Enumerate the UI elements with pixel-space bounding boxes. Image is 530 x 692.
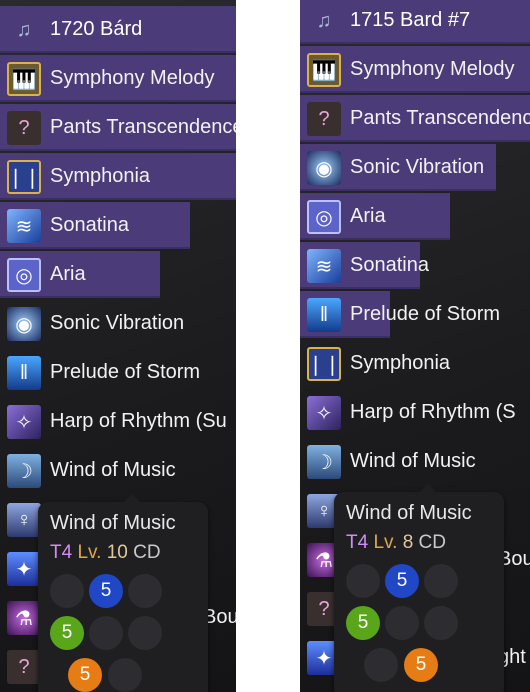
sonatina-icon: ≋ <box>7 209 41 243</box>
skill-row-pants[interactable]: ? Pants Transcendence <box>300 94 530 143</box>
skill-row-aria[interactable]: ◎ Aria <box>300 192 530 241</box>
gem-slot <box>364 648 398 682</box>
skill-row-wind-of-music[interactable]: ☽ Wind of Music <box>300 437 530 486</box>
aria-icon: ◎ <box>7 258 41 292</box>
harp-icon: ✧ <box>7 405 41 439</box>
gem-orange: 5 <box>68 658 102 692</box>
potion-icon: ⚗ <box>7 601 41 635</box>
skill-row-sonic-vibration[interactable]: ◉ Sonic Vibration <box>300 143 530 192</box>
skill-label: Prelude of Storm <box>50 361 201 383</box>
level-value: 8 <box>402 532 414 553</box>
skill-label: Sonic Vibration <box>350 156 485 178</box>
gem-slot <box>50 574 84 608</box>
figure-icon: ♀ <box>7 503 41 537</box>
skill-row-aria[interactable]: ◎ Aria <box>0 250 236 299</box>
build-title: 1715 Bard #7 <box>350 9 471 31</box>
skill-row-symphonia[interactable]: ❘❘ Symphonia <box>300 339 530 388</box>
cd-label: CD <box>133 542 161 563</box>
question-icon: ? <box>7 111 41 145</box>
skill-label: Sonic Vibration <box>50 312 185 334</box>
gem-slot <box>128 616 162 650</box>
skill-label: Symphonia <box>50 165 151 187</box>
gem-slot <box>108 658 142 692</box>
build-header[interactable]: ♫ 1720 Bárd <box>0 5 236 54</box>
skill-row-harp-of-rhythm[interactable]: ✧ Harp of Rhythm (S <box>300 388 530 437</box>
skill-label: Harp of Rhythm (Su <box>50 410 227 432</box>
sonic-icon: ◉ <box>7 307 41 341</box>
skill-row-symphony-melody[interactable]: 🎹 Symphony Melody <box>0 54 236 103</box>
skill-label: Aria <box>50 263 86 285</box>
gem-slot <box>424 564 458 598</box>
build-header[interactable]: ♫ 1715 Bard #7 <box>300 0 530 45</box>
tooltip-title: Wind of Music <box>50 512 176 534</box>
skill-label: Symphony Melody <box>50 67 215 89</box>
skill-label: Wind of Music <box>350 450 476 472</box>
harp-icon: ✧ <box>307 396 341 430</box>
gem-slot <box>424 606 458 640</box>
question-icon: ? <box>7 650 41 684</box>
right-build-panel: ♫ 1715 Bard #7 🎹 Symphony Melody ? Pants… <box>300 0 530 692</box>
gem-blue: 5 <box>89 574 123 608</box>
symphonia-icon: ❘❘ <box>7 160 41 194</box>
build-title: 1720 Bárd <box>50 18 143 40</box>
skill-row-sonic-vibration[interactable]: ◉ Sonic Vibration <box>0 299 236 348</box>
level-label: Lv. <box>373 532 398 553</box>
level-label: Lv. <box>77 542 102 563</box>
cd-label: CD <box>418 532 446 553</box>
light-icon: ✦ <box>7 552 41 586</box>
gem-slot <box>346 564 380 598</box>
skill-label: Sonatina <box>50 214 129 236</box>
sonatina-icon: ≋ <box>307 249 341 283</box>
skill-label: Harp of Rhythm (S <box>350 401 516 423</box>
gem-blue: 5 <box>385 564 419 598</box>
wind-icon: ☽ <box>307 445 341 479</box>
tier-text: T4 <box>346 532 369 553</box>
gem-slot <box>89 616 123 650</box>
skill-row-prelude-of-storm[interactable]: ‖ Prelude of Storm <box>300 290 530 339</box>
wind-icon: ☽ <box>7 454 41 488</box>
skill-label: Aria <box>350 205 386 227</box>
aria-icon: ◎ <box>307 200 341 234</box>
gem-green: 5 <box>346 606 380 640</box>
skill-label: Sonatina <box>350 254 429 276</box>
skill-tooltip: Wind of Music T4 Lv. 10 CD 5 5 5 <box>38 494 208 692</box>
gem-green: 5 <box>50 616 84 650</box>
lyre-icon: ♫ <box>16 18 32 41</box>
skill-label: Pants Transcendence <box>350 107 530 129</box>
gem-orange: 5 <box>404 648 438 682</box>
skill-row-pants[interactable]: ? Pants Transcendence <box>0 103 236 152</box>
skill-row-harp-of-rhythm[interactable]: ✧ Harp of Rhythm (Su <box>0 397 236 446</box>
skill-label: Symphonia <box>350 352 451 374</box>
skill-row-sonatina[interactable]: ≋ Sonatina <box>0 201 236 250</box>
skill-label: Wind of Music <box>50 459 176 481</box>
tier-text: T4 <box>50 542 73 563</box>
skill-label: Prelude of Storm <box>350 303 501 325</box>
left-build-panel: ♫ 1720 Bárd 🎹 Symphony Melody ? Pants Tr… <box>0 0 236 692</box>
gem-slot <box>385 606 419 640</box>
storm-icon: ‖ <box>307 298 341 332</box>
storm-icon: ‖ <box>7 356 41 390</box>
skill-label: Pants Transcendence <box>50 116 236 138</box>
symphonia-icon: ❘❘ <box>307 347 341 381</box>
tooltip-tier-line: T4 Lv. 10 CD <box>50 542 161 564</box>
lyre-icon: ♫ <box>316 9 332 32</box>
gem-slot <box>128 574 162 608</box>
skill-row-symphony-melody[interactable]: 🎹 Symphony Melody <box>300 45 530 94</box>
skill-row-symphonia[interactable]: ❘❘ Symphonia <box>0 152 236 201</box>
skill-row-wind-of-music[interactable]: ☽ Wind of Music <box>0 446 236 495</box>
piano-icon: 🎹 <box>307 53 341 87</box>
skill-row-sonatina[interactable]: ≋ Sonatina <box>300 241 530 290</box>
skill-tooltip: Wind of Music T4 Lv. 8 CD 5 5 5 <box>334 484 504 692</box>
tooltip-tier-line: T4 Lv. 8 CD <box>346 532 446 554</box>
level-value: 10 <box>106 542 128 563</box>
piano-icon: 🎹 <box>7 62 41 96</box>
tooltip-title: Wind of Music <box>346 502 472 524</box>
skill-row-prelude-of-storm[interactable]: ‖ Prelude of Storm <box>0 348 236 397</box>
question-icon: ? <box>307 102 341 136</box>
skill-label: Symphony Melody <box>350 58 515 80</box>
sonic-icon: ◉ <box>307 151 341 185</box>
